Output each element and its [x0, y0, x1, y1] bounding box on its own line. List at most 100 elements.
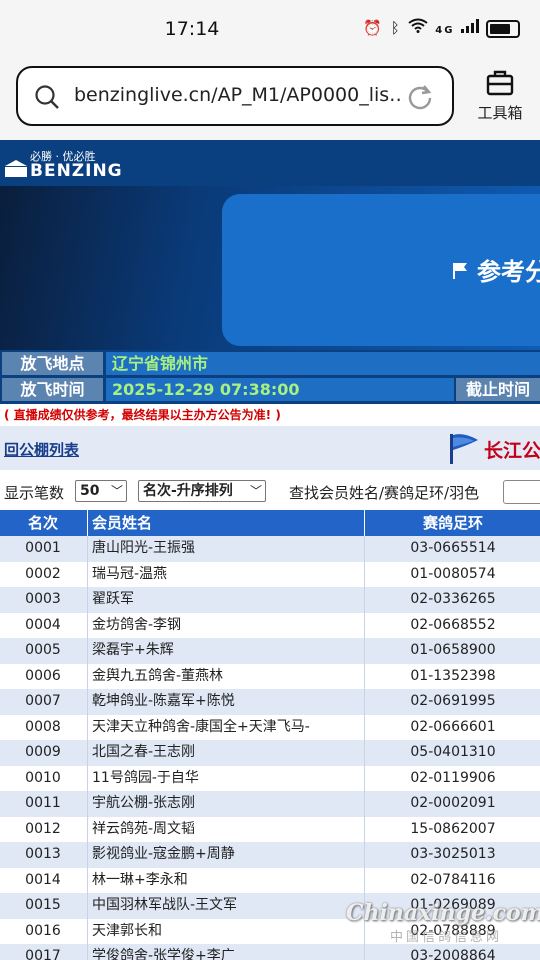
- cell-rank: 0017: [25, 948, 61, 960]
- envelope-logo-icon: [5, 160, 27, 177]
- table-row[interactable]: 0006 金舆九五鸽舍-董燕林 01-1352398: [0, 663, 540, 689]
- cell-ring-number: 01-0658900: [364, 638, 540, 664]
- cell-member-name: 乾坤鸽业-陈嘉军+陈悦: [87, 689, 363, 715]
- sort-order-value: 名次-升序排列: [143, 483, 233, 499]
- flag-icon: [453, 263, 467, 279]
- table-row[interactable]: 0009 北国之春-王志刚 05-0401310: [0, 740, 540, 766]
- results-table: 名次 会员姓名 赛鸽足环 0001 唐山阳光-王振强 03-0665514 0002…: [0, 510, 540, 960]
- banner-title: 参考分: [477, 258, 540, 286]
- cell-member-name: 影视鸽业-寇金鹏+周静: [87, 842, 363, 868]
- browser-toolbar: benzinglive.cn/AP_M1/AP0000_lis… 工具箱: [0, 58, 540, 140]
- cell-member-name: 金坊鸽舍-李钢: [87, 612, 363, 638]
- cell-rank: 0009: [25, 744, 61, 760]
- table-row[interactable]: 0011 宇航公棚-张志刚 02-0002091: [0, 791, 540, 817]
- table-row[interactable]: 0005 梁磊宇+朱辉 01-0658900: [0, 638, 540, 664]
- site-header: 必勝 · 优必胜 BENZING: [0, 140, 540, 186]
- cell-rank: 0010: [25, 769, 61, 786]
- cell-rank: 0001: [25, 540, 61, 556]
- release-time-label: 放飞时间: [2, 378, 103, 401]
- chevron-down-icon: ﹀: [249, 484, 262, 498]
- watermark-subtitle: 中国信鸽信息网: [390, 930, 503, 945]
- cell-rank: 0008: [25, 718, 61, 735]
- cell-ring-number: 02-0336265: [364, 587, 540, 613]
- cell-member-name: 宇航公棚-张志刚: [87, 791, 363, 817]
- nav-row: 回公棚列表 长江公: [0, 426, 540, 470]
- status-icons: ⏰ ᛒ 4G: [363, 18, 520, 38]
- table-row[interactable]: 0002 瑞马冠-温燕 01-0080574: [0, 561, 540, 587]
- cell-ring-number: 03-0665514: [364, 536, 540, 562]
- table-row[interactable]: 0014 林一琳+李永和 02-0784116: [0, 867, 540, 893]
- watermark-logo: Chinaxinge.com: [346, 900, 540, 926]
- table-row[interactable]: 0012 祥云鸽苑-周文韬 15-0862007: [0, 816, 540, 842]
- cell-rank: 0013: [25, 846, 61, 862]
- header-member-name[interactable]: 会员姓名: [87, 510, 363, 536]
- release-place-row: 放飞地点 辽宁省锦州市: [0, 352, 540, 377]
- cell-member-name: 祥云鸽苑-周文韬: [87, 816, 363, 842]
- cell-rank: 0002: [25, 565, 61, 582]
- url-text[interactable]: benzinglive.cn/AP_M1/AP0000_lis…: [74, 84, 404, 106]
- status-bar: 17:14 ⏰ ᛒ 4G: [0, 0, 540, 58]
- list-controls: 显示笔数 50 ﹀ 名次-升序排列 ﹀ 查找会员姓名/赛鸽足环/羽色: [0, 470, 540, 510]
- cell-rank: 0011: [25, 795, 61, 811]
- table-body: 0001 唐山阳光-王振强 03-0665514 0002 瑞马冠-温燕 01-0080…: [0, 536, 540, 960]
- table-row[interactable]: 0004 金坊鸽舍-李钢 02-0668552: [0, 612, 540, 638]
- release-time-value: 2025-12-29 07:38:00: [106, 378, 454, 401]
- cell-ring-number: 02-0002091: [364, 791, 540, 817]
- cell-member-name: 中国羽林军战队-王文军: [87, 893, 363, 919]
- cell-ring-number: 15-0862007: [364, 816, 540, 842]
- search-input[interactable]: [503, 480, 540, 504]
- table-row[interactable]: 0003 翟跃军 02-0336265: [0, 587, 540, 613]
- cell-rank: 0015: [25, 897, 61, 913]
- cell-member-name: 金舆九五鸽舍-董燕林: [87, 663, 363, 689]
- cell-member-name: 北国之春-王志刚: [87, 740, 363, 766]
- battery-icon: [486, 19, 520, 38]
- release-place-label: 放飞地点: [2, 352, 103, 375]
- cell-ring-number: 02-0784116: [364, 867, 540, 893]
- sort-order-select[interactable]: 名次-升序排列 ﹀: [138, 480, 266, 502]
- search-label: 查找会员姓名/赛鸽足环/羽色: [289, 484, 480, 502]
- table-row[interactable]: 0013 影视鸽业-寇金鹏+周静 03-3025013: [0, 842, 540, 868]
- cell-rank: 0005: [25, 642, 61, 658]
- cell-rank: 0003: [25, 591, 61, 607]
- cell-ring-number: 01-1352398: [364, 663, 540, 689]
- cell-rank: 0014: [25, 871, 61, 888]
- table-row[interactable]: 0007 乾坤鸽业-陈嘉军+陈悦 02-0691995: [0, 689, 540, 715]
- cell-member-name: 唐山阳光-王振强: [87, 536, 363, 562]
- cell-ring-number: 03-2008864: [364, 944, 540, 960]
- cell-ring-number: 02-0691995: [364, 689, 540, 715]
- cell-ring-number: 03-3025013: [364, 842, 540, 868]
- cell-member-name: 天津天立种鸽舍-康国全+天津飞马-: [87, 714, 363, 740]
- toolbox-icon: [486, 70, 514, 96]
- cell-ring-number: 02-0666601: [364, 714, 540, 740]
- cell-rank: 0007: [25, 693, 61, 709]
- table-row[interactable]: 0001 唐山阳光-王振强 03-0665514: [0, 536, 540, 562]
- reload-icon[interactable]: [406, 83, 434, 111]
- address-bar[interactable]: benzinglive.cn/AP_M1/AP0000_lis…: [16, 66, 454, 126]
- back-to-loft-list-link[interactable]: 回公棚列表: [4, 439, 79, 460]
- header-rank[interactable]: 名次: [0, 510, 86, 536]
- bluetooth-icon: ᛒ: [390, 19, 402, 37]
- cell-ring-number: 02-0119906: [364, 765, 540, 791]
- race-info: 放飞地点 辽宁省锦州市 放飞时间 2025-12-29 07:38:00 截止时…: [0, 350, 540, 404]
- table-row[interactable]: 0010 11号鸽园-于自华 02-0119906: [0, 765, 540, 791]
- cell-member-name: 天津郭长和: [87, 918, 363, 944]
- toolbox-label: 工具箱: [477, 104, 523, 122]
- show-count-select[interactable]: 50 ﹀: [75, 480, 127, 502]
- release-place-value: 辽宁省锦州市: [106, 352, 540, 375]
- cutoff-time-label: 截止时间: [456, 378, 540, 401]
- loft-name: 长江公: [484, 440, 540, 462]
- cell-member-name: 梁磊宇+朱辉: [87, 638, 363, 664]
- release-time-row: 放飞时间 2025-12-29 07:38:00 截止时间: [0, 378, 540, 403]
- toolbox-button[interactable]: 工具箱: [470, 70, 530, 123]
- table-row[interactable]: 0017 学俊鸽舍-张学俊+李广 03-2008864: [0, 944, 540, 960]
- chevron-down-icon: ﹀: [110, 484, 123, 498]
- logo-brand: BENZING: [30, 161, 123, 181]
- header-ring-number[interactable]: 赛鸽足环: [364, 510, 540, 536]
- disclaimer-notice: ( 直播成绩仅供参考，最终结果以主办方公告为准! ): [0, 404, 540, 426]
- cell-member-name: 翟跃军: [87, 587, 363, 613]
- search-icon: [35, 85, 59, 109]
- cell-rank: 0006: [25, 667, 61, 684]
- cell-member-name: 11号鸽园-于自华: [87, 765, 363, 791]
- table-row[interactable]: 0008 天津天立种鸽舍-康国全+天津飞马- 02-0666601: [0, 714, 540, 740]
- cell-ring-number: 05-0401310: [364, 740, 540, 766]
